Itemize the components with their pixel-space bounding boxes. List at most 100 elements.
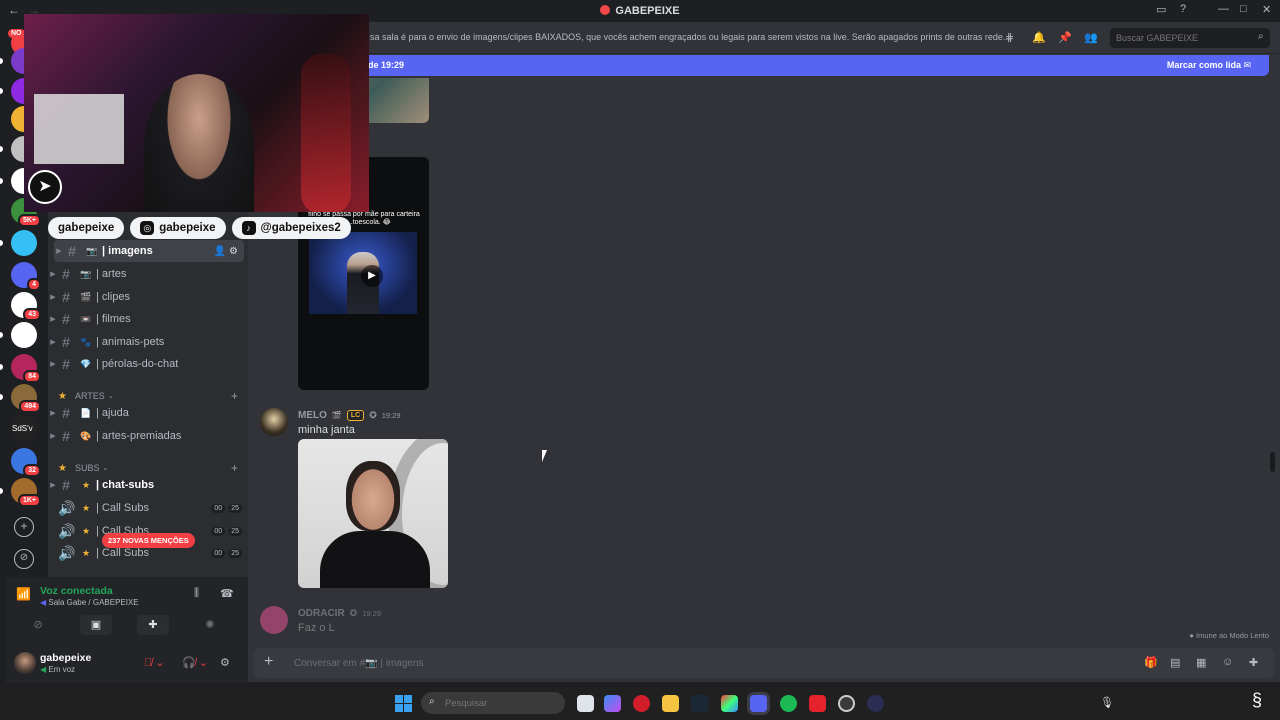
microphone-icon[interactable]: 🎙 [1100,696,1114,709]
discord-icon[interactable] [750,695,767,712]
voice-channel-call-subs[interactable]: 🔊 ★ | Call Subs 00 25 [48,497,248,519]
minimize-icon[interactable]: — [1218,3,1229,15]
webcam-overlay [24,14,369,212]
add-channel-icon[interactable]: + [231,389,238,403]
tiktok-icon: ♪ [241,221,256,235]
text-channel-icon: # [62,477,70,493]
speaker-icon: 🔊 [58,499,76,516]
opera-icon[interactable] [633,695,650,712]
members-icon[interactable]: 👥 [1084,31,1098,44]
screen-share-button[interactable]: ▣ [80,615,112,635]
threads-icon[interactable]: ⋕ [1005,31,1014,44]
file-explorer-icon[interactable] [662,695,679,712]
channel-filmes[interactable]: ▶ # 📼 | filmes [48,308,248,330]
camera-off-button[interactable]: ⊘ [22,615,54,635]
notification-badge: 1K+ [17,494,41,507]
server-icon[interactable]: 32 [11,448,41,477]
discover-icon[interactable]: ⊘ [14,549,34,569]
bell-icon[interactable]: 🔔 [1032,31,1046,44]
message-input[interactable] [294,654,994,672]
search-input[interactable] [1110,28,1270,48]
expand-arrow-icon: ▶ [50,271,56,278]
channel-animais-pets[interactable]: ▶ # 🐾 | animais-pets [48,331,248,353]
noise-suppression-icon[interactable]: ⫼ [194,587,199,600]
sticker-icon[interactable]: ▦ [1196,656,1206,669]
scrollbar-thumb[interactable] [1270,452,1275,472]
help-icon[interactable]: ? [1180,3,1186,15]
channel-chat-subs[interactable]: ▶ # ★ | chat-subs [48,474,248,496]
add-server-icon[interactable]: + [14,517,34,537]
app-icon[interactable] [809,695,826,712]
attach-plus-icon[interactable]: + [264,653,273,671]
mark-as-read-button[interactable]: Marcar como lida ✉ [1167,60,1251,71]
channel-ajuda[interactable]: ▶ # 📄 | ajuda [48,402,248,424]
server-icon[interactable]: 84 [11,354,41,383]
channel-emoji-icon: 📼 [80,313,92,324]
voice-status[interactable]: Voz conectada [40,585,113,597]
timestamp: 19:29 [381,411,401,420]
channel-artes-premiadas[interactable]: ▶ # 🎨 | artes-premiadas [48,425,248,447]
soundboard-button[interactable]: ✺ [194,615,226,635]
text-channel-icon: # [62,428,70,444]
channel-label: | Call Subs [96,547,149,559]
new-messages-bar[interactable]: de 19:29 Marcar como lida ✉ [254,55,1269,76]
task-view-icon[interactable] [577,695,594,712]
obs-icon[interactable] [838,695,855,712]
channel-clipes[interactable]: ▶ # 🎬 | clipes [48,286,248,308]
gear-icon[interactable]: ⚙ [229,246,238,257]
server-icon[interactable]: 4 [11,262,41,291]
inbox-icon[interactable]: ▭ [1156,3,1166,16]
windows-start-icon[interactable] [395,695,412,712]
avatar[interactable] [260,408,288,436]
category-artes[interactable]: ★ ARTES ⌄ + [58,389,238,403]
gif-icon[interactable]: ▤ [1170,656,1180,669]
gift-icon[interactable]: 🎁 [1144,656,1158,669]
steam-icon[interactable] [691,695,708,712]
message-author[interactable]: MELO 🎬 LC ✪ 19:29 [298,410,401,421]
activities-button[interactable]: ✚ [137,615,169,635]
avatar[interactable] [260,606,288,634]
server-icon[interactable]: 43 [11,292,41,321]
deafened-icon[interactable]: 🎧̸ ⌄ [182,656,208,669]
user-count-chip: 00 [211,503,226,513]
channel-topic[interactable]: sa sala é para o envio de imagens/clipes… [370,32,1010,42]
unread-indicator [0,488,3,494]
server-label[interactable]: IRL [13,327,32,341]
timestamp: 19:29 [362,609,381,618]
notification-badge: 494 [19,400,41,413]
play-icon[interactable]: ▶ [361,265,383,287]
channel-imagens[interactable]: ▶ # 📷 | imagens 👤 ⚙ [54,240,244,262]
channel-emoji-icon: 📄 [80,407,92,418]
server-label[interactable]: SdS'v [12,424,33,433]
copilot-icon[interactable] [604,695,621,712]
taskbar-search-input[interactable] [421,692,565,714]
server-icon[interactable]: 1K+ [11,478,41,507]
category-subs[interactable]: ★ SUBS ⌄ + [58,461,238,475]
mic-muted-icon[interactable]: 🎙̸ ⌄ [144,656,165,669]
text-channel-icon: # [62,289,70,305]
invite-icon[interactable]: 👤 [214,246,226,257]
notification-badge: 32 [23,464,41,477]
voice-channel-path[interactable]: ◀ Sala Gabe / GABEPEIXE [40,598,139,607]
app-icon[interactable] [867,695,884,712]
user-settings-gear-icon[interactable]: ⚙ [220,656,230,669]
avatar[interactable] [14,652,36,674]
new-mentions-pill[interactable]: 237 NOVAS MENÇÕES [102,533,195,548]
pin-icon[interactable]: 📌 [1058,31,1072,44]
apps-icon[interactable]: ✚ [1249,656,1258,669]
message-author[interactable]: ODRACIR ✪ 19:29 [298,608,381,619]
channel-artes[interactable]: ▶ # 📷 | artes [48,263,248,285]
emoji-icon[interactable]: ☺ [1222,656,1233,668]
image-attachment[interactable] [298,439,448,588]
close-icon[interactable]: ✕ [1262,3,1271,16]
server-icon[interactable]: 494 [11,384,41,413]
search-icon: ⌕ [1258,31,1264,42]
disconnect-icon[interactable]: ☎ [220,587,234,600]
app-icon[interactable] [721,695,738,712]
channel-perolas-do-chat[interactable]: ▶ # 💎 | pérolas-do-chat [48,353,248,375]
add-channel-icon[interactable]: + [231,461,238,475]
server-icon[interactable] [11,230,37,256]
spotify-icon[interactable] [780,695,797,712]
maximize-icon[interactable]: □ [1240,3,1247,15]
username[interactable]: gabepeixe [40,652,91,664]
